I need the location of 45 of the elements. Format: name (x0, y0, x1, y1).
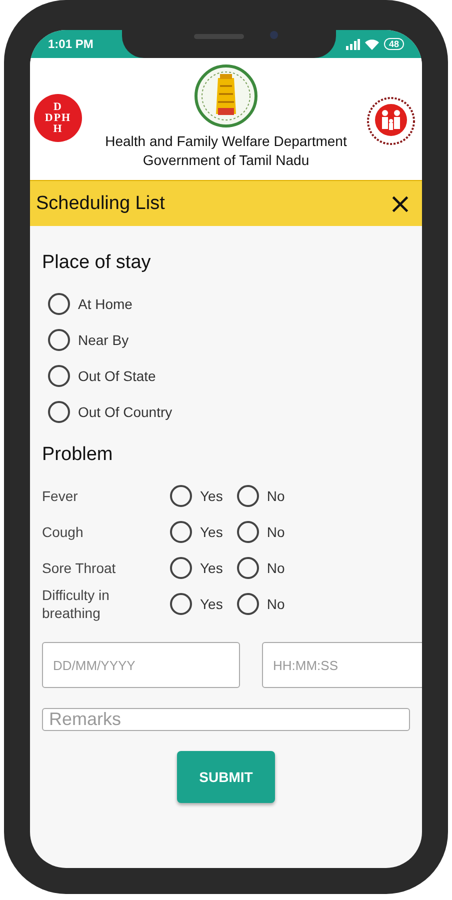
battery-indicator: 48 (384, 38, 404, 50)
status-time: 1:01 PM (48, 37, 94, 51)
signal-icon (346, 38, 360, 50)
option-label: No (266, 524, 285, 540)
health-mission-logo (366, 96, 416, 146)
option-label: No (266, 560, 285, 576)
symptom-label: Cough (42, 523, 84, 541)
radio-button[interactable] (236, 593, 259, 615)
option-label: Yes (200, 488, 223, 504)
option-label: Near By (78, 332, 129, 348)
radio-button[interactable] (236, 557, 259, 579)
option-label: Yes (200, 596, 223, 612)
symptom-label: Difficulty in breathing (42, 586, 110, 622)
option-label: At Home (78, 296, 132, 312)
radio-button[interactable] (170, 593, 192, 615)
department-title: Government of Tamil Nadu (142, 151, 310, 170)
radio-button[interactable] (48, 329, 70, 351)
screen-title: Scheduling List (36, 192, 166, 214)
radio-button[interactable] (170, 485, 192, 507)
wifi-icon (364, 38, 379, 50)
radio-button[interactable] (170, 521, 192, 543)
dphh-logo: D DPH H (34, 94, 82, 142)
radio-button[interactable] (48, 293, 70, 315)
remarks-field[interactable]: Remarks (42, 708, 410, 731)
option-label: No (266, 488, 285, 504)
time-field[interactable]: HH:MM:SS (262, 642, 422, 688)
emblem-drawing (194, 64, 258, 128)
department-title: Health and Family Welfare Department (105, 132, 347, 151)
date-field[interactable]: DD/MM/YYYY (42, 642, 240, 688)
option-label: Out Of Country (78, 404, 172, 420)
section-heading: Problem (42, 444, 114, 466)
option-label: Yes (200, 524, 223, 540)
radio-button[interactable] (170, 557, 192, 579)
radio-button[interactable] (48, 365, 70, 387)
radio-button[interactable] (48, 401, 70, 423)
option-label: Out Of State (78, 368, 156, 384)
section-heading: Place of stay (42, 252, 152, 274)
speaker-grille (194, 34, 244, 39)
close-button[interactable]: × (384, 190, 416, 218)
radio-button[interactable] (236, 521, 259, 543)
radio-button[interactable] (236, 485, 259, 507)
option-label: Yes (200, 560, 223, 576)
symptom-label: Sore Throat (42, 559, 117, 577)
option-label: No (266, 596, 285, 612)
symptom-label: Fever (42, 487, 79, 505)
